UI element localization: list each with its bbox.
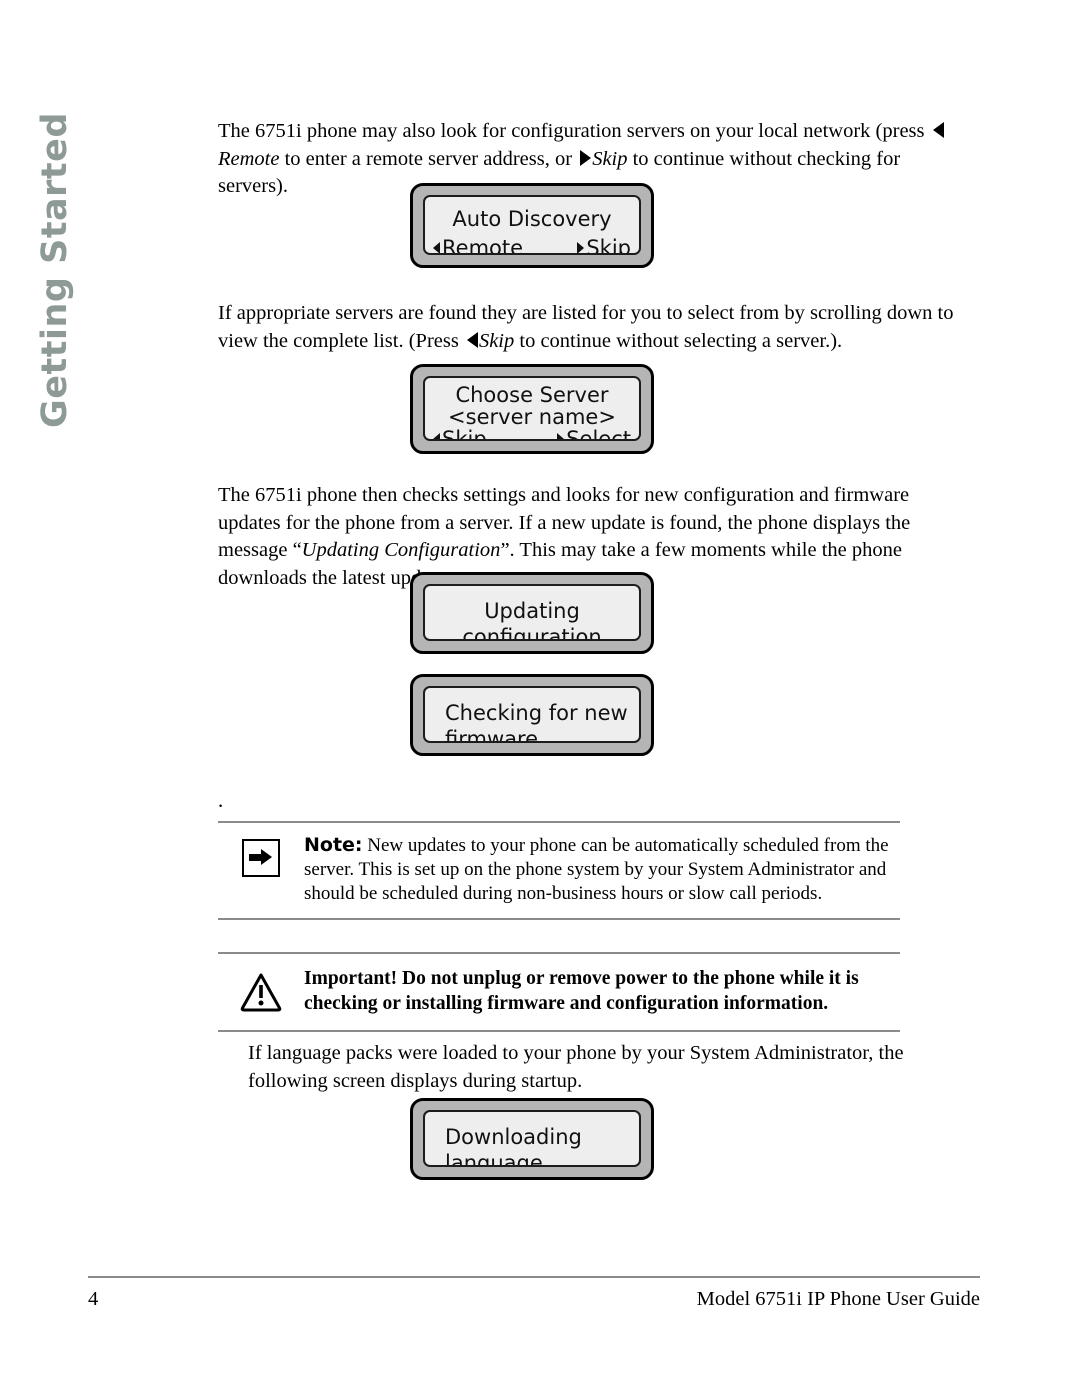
p2-skip-label: Skip [478,329,515,352]
arrow-right-box-icon [242,839,280,877]
stray-period: . [218,788,224,812]
lcd-message-line-2: language packs..... [445,1151,543,1167]
softkey-skip-label: Skip [586,236,631,255]
p1-remote-label: Remote [218,147,280,170]
lcd-inner-panel: Auto Discovery Remote Skip [423,195,641,255]
lcd-message-line-1: Updating [484,599,580,623]
softkey-select[interactable]: Select [557,427,631,441]
p1-text-b: to enter a remote server address, or [279,147,578,170]
lcd-title: Choose Server [455,383,609,407]
note-label: Note: [304,834,363,856]
lcd-screen-updating-configuration: Updating configuration [410,572,654,654]
softkey-skip[interactable]: Skip [577,236,631,255]
lcd-inner-panel: Downloading language packs..... [423,1110,641,1167]
softkey-skip[interactable]: Skip [433,427,487,441]
right-arrow-icon [580,149,592,166]
footer-page-number: 4 [88,1288,99,1310]
lcd-message: Updating configuration [425,598,639,641]
softkey-remote[interactable]: Remote [433,236,524,255]
important-callout: Important! Do not unplug or remove power… [218,952,900,1032]
lcd-title: Auto Discovery [452,207,612,231]
p1-text-a: The 6751i phone may also look for config… [218,120,930,142]
note-text: Note: New updates to your phone can be a… [304,833,900,906]
p2-text-b: to continue without selecting a server.)… [514,329,843,352]
p3-updating-configuration-emphasis: Updating Configuration [301,539,501,561]
left-arrow-icon [932,122,944,138]
lcd-screen-downloading-language-packs: Downloading language packs..... [410,1098,654,1180]
softkey-select-label: Select [566,427,631,441]
lcd-message-line-2: configuration [462,625,602,641]
important-icon-cell [218,966,304,1012]
note-body-text: New updates to your phone can be automat… [304,835,889,904]
lcd-softkey-row: Remote Skip [433,236,631,255]
side-tab-label: Getting Started [35,112,75,428]
lcd-message: Checking for new firmware...... [445,700,629,743]
lcd-message-line-1: Downloading [445,1125,582,1149]
paragraph-choose-server-intro: If appropriate servers are found they ar… [218,300,968,355]
softkey-right-arrow-icon [557,433,565,439]
arrow-head [261,849,272,865]
lcd-screen-checking-firmware: Checking for new firmware...... [410,674,654,756]
softkey-left-arrow-icon [433,433,440,439]
note-callout: Note: New updates to your phone can be a… [218,821,900,920]
softkey-left-arrow-icon [433,242,440,253]
lcd-message-line-1: Checking for new [445,701,628,725]
softkey-remote-label: Remote [442,236,524,255]
softkey-skip-label: Skip [442,427,487,441]
note-icon-cell [218,833,304,877]
important-text: Important! Do not unplug or remove power… [304,968,859,1014]
footer-guide-title: Model 6751i IP Phone User Guide [696,1288,980,1310]
page-footer: 4 Model 6751i IP Phone User Guide [88,1276,980,1311]
warning-triangle-icon [240,973,282,1012]
p1-skip-label: Skip [592,147,628,170]
lcd-inner-panel: Checking for new firmware...... [423,686,641,743]
lcd-message-line-2: firmware...... [445,727,579,743]
softkey-right-arrow-icon [577,242,585,253]
lcd-screen-choose-server: Choose Server <server name> Skip Select [410,364,654,454]
lcd-subtitle: <server name> [448,405,616,429]
paragraph-language-packs-intro: If language packs were loaded to your ph… [248,1042,904,1092]
left-arrow-icon [466,331,478,348]
lcd-inner-panel: Updating configuration [423,584,641,641]
lcd-inner-panel: Choose Server <server name> Skip Select [423,376,641,441]
lcd-message: Downloading language packs..... [445,1124,629,1167]
lcd-screen-auto-discovery: Auto Discovery Remote Skip [410,183,654,268]
lcd-softkey-row: Skip Select [433,427,631,441]
side-tab: Getting Started [0,110,110,430]
